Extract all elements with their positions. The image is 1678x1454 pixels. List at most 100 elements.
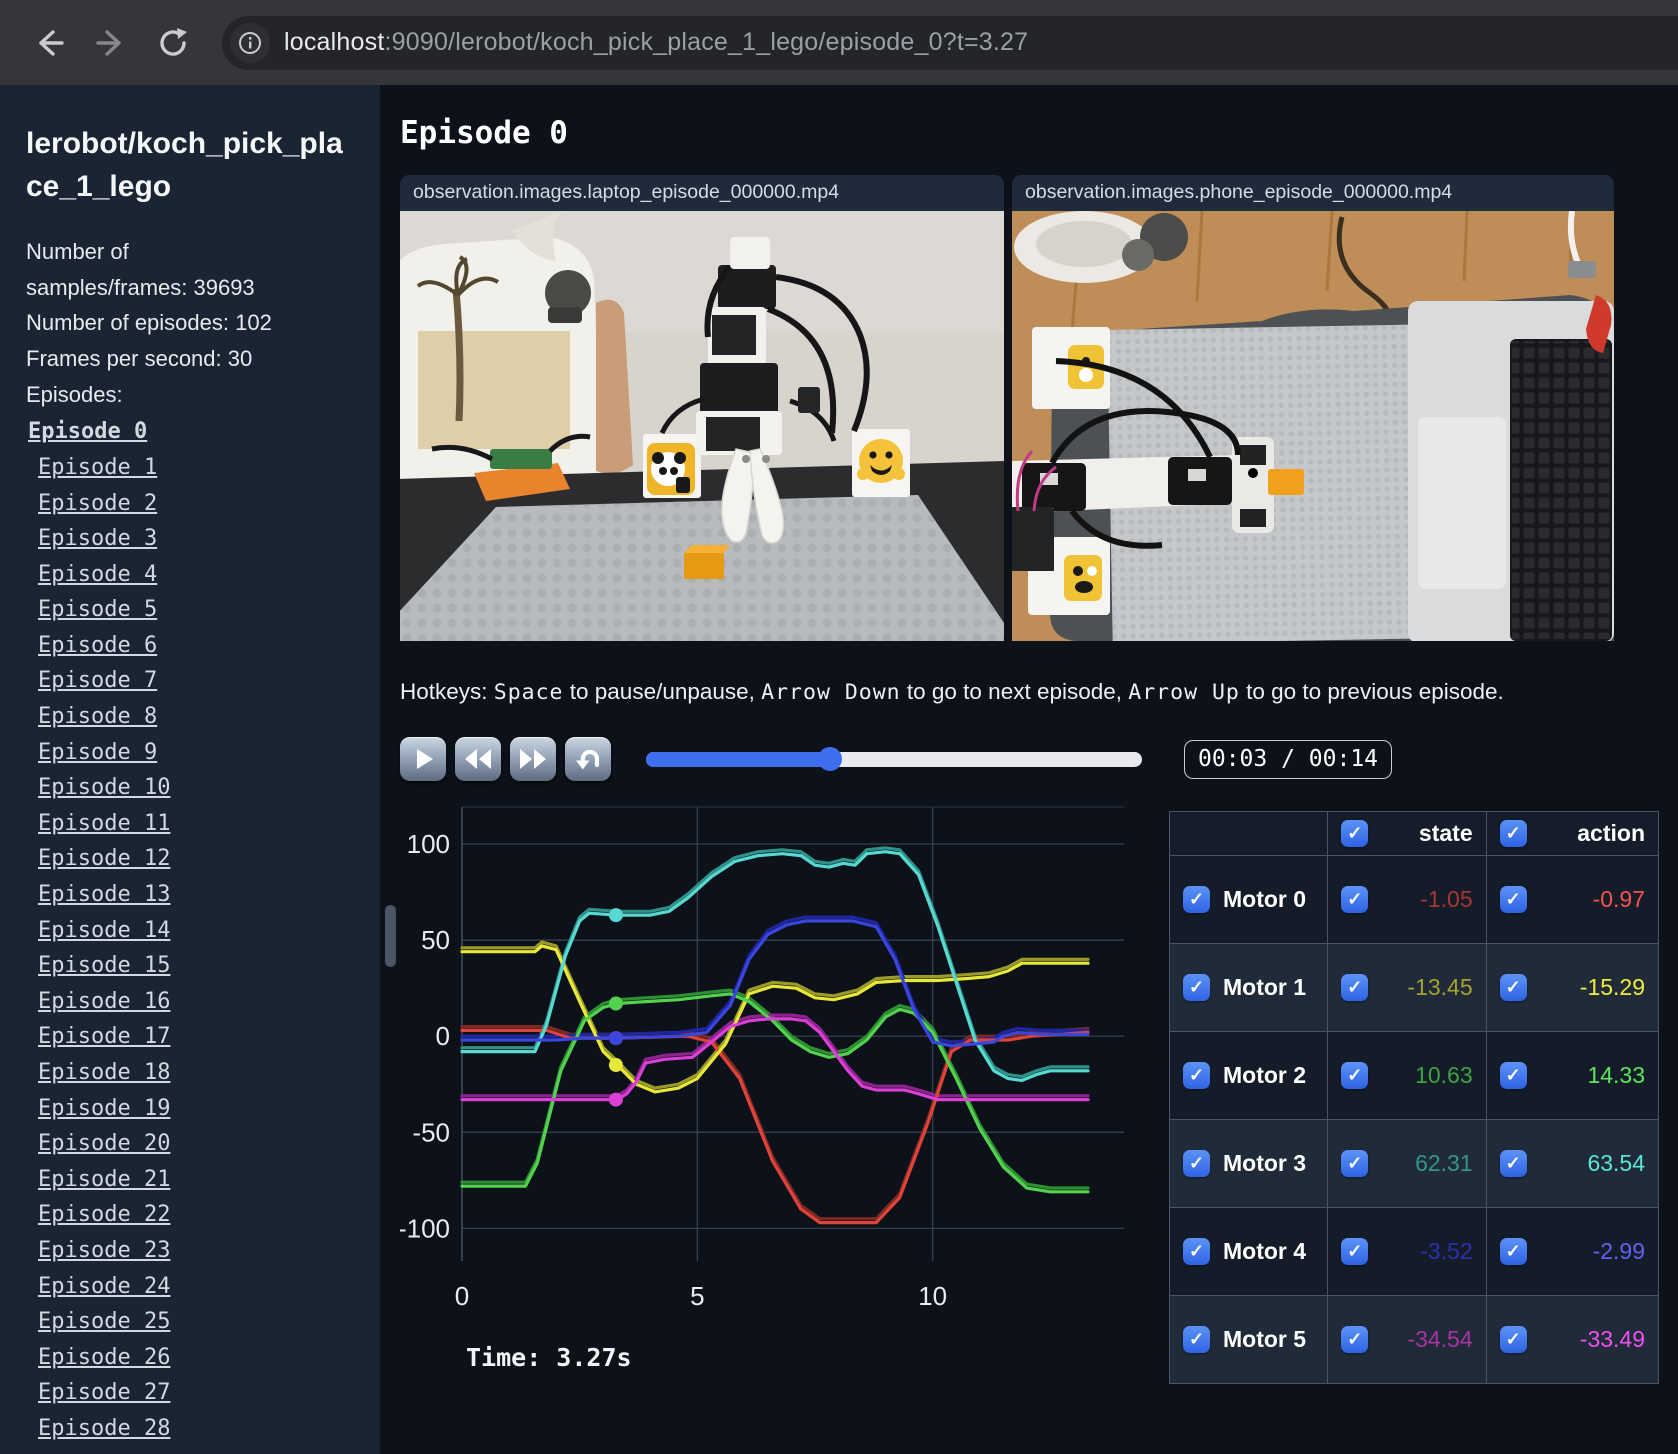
sidebar-episode-link[interactable]: Episode 26 xyxy=(38,1340,170,1376)
sidebar-episode-link[interactable]: Episode 17 xyxy=(38,1019,170,1055)
state-checkbox[interactable]: ✓ xyxy=(1341,1062,1369,1089)
sidebar-episode-link[interactable]: Episode 18 xyxy=(38,1055,170,1091)
sidebar-episode-link[interactable]: Episode 28 xyxy=(38,1411,170,1447)
sidebar-episode-link[interactable]: Episode 11 xyxy=(38,806,170,842)
sidebar-episode-link[interactable]: Episode 24 xyxy=(38,1269,170,1305)
sidebar-episode-link[interactable]: Episode 9 xyxy=(38,735,157,771)
svg-text:0: 0 xyxy=(455,1281,469,1311)
sidebar-episode-link[interactable]: Episode 3 xyxy=(38,521,157,557)
action-checkbox[interactable]: ✓ xyxy=(1499,1238,1527,1265)
motor-label: Motor 2 xyxy=(1223,1062,1307,1088)
motor-row: ✓ Motor 2 ✓ 10.63 ✓ 14.33 xyxy=(1168,1031,1660,1120)
motor-label: Motor 4 xyxy=(1223,1238,1307,1264)
loop-button[interactable] xyxy=(565,737,611,781)
sidebar-episode-link[interactable]: Episode 6 xyxy=(38,628,157,664)
sidebar-episode-link[interactable]: Episode 8 xyxy=(38,699,157,735)
sidebar-episode-link[interactable]: Episode 21 xyxy=(38,1162,170,1198)
hotkey-key: Arrow Up xyxy=(1128,680,1240,705)
motor-row: ✓ Motor 4 ✓ -3.52 ✓ -2.99 xyxy=(1168,1207,1660,1296)
sidebar-episode-link[interactable]: Episode 16 xyxy=(38,984,170,1020)
laptop-camera-video[interactable] xyxy=(400,211,1004,641)
motor-row-checkbox[interactable]: ✓ xyxy=(1183,886,1210,913)
scrollbar-thumb[interactable] xyxy=(385,905,396,967)
progress-thumb[interactable] xyxy=(817,747,842,771)
action-value: -33.49 xyxy=(1579,1326,1645,1352)
sidebar-episode-link[interactable]: Episode 27 xyxy=(38,1375,170,1411)
motor-row-checkbox[interactable]: ✓ xyxy=(1183,1326,1210,1353)
action-checkbox[interactable]: ✓ xyxy=(1499,1150,1527,1177)
sidebar-episode-link[interactable]: Episode 25 xyxy=(38,1304,170,1340)
video-card-laptop: observation.images.laptop_episode_000000… xyxy=(400,175,1004,641)
state-checkbox[interactable]: ✓ xyxy=(1341,974,1369,1001)
motor-row-checkbox[interactable]: ✓ xyxy=(1183,1150,1210,1177)
hotkeys-segment: to go to next episode, xyxy=(900,679,1129,704)
stat-episodes: Number of episodes: 102 xyxy=(26,310,272,336)
motor-row-checkbox[interactable]: ✓ xyxy=(1183,1238,1210,1265)
state-checkbox[interactable]: ✓ xyxy=(1341,1150,1369,1177)
motor-row-checkbox[interactable]: ✓ xyxy=(1183,1062,1210,1089)
phone-camera-video[interactable] xyxy=(1012,211,1614,641)
header-state: ✓ state xyxy=(1327,811,1487,856)
action-checkbox[interactable]: ✓ xyxy=(1499,886,1527,913)
dataset-stats: Number of samples/frames: 39693 Number o… xyxy=(26,234,282,412)
sidebar-episode-link[interactable]: Episode 15 xyxy=(38,948,170,984)
svg-text:100: 100 xyxy=(407,829,450,859)
action-value: -0.97 xyxy=(1592,886,1645,912)
state-value: -34.54 xyxy=(1407,1326,1473,1352)
state-checkbox[interactable]: ✓ xyxy=(1341,1238,1369,1265)
sidebar-episode-link[interactable]: Episode 2 xyxy=(38,486,157,522)
sidebar-episode-link[interactable]: Episode 14 xyxy=(38,913,170,949)
sidebar-episode-link[interactable]: Episode 0 xyxy=(28,414,147,450)
playback-controls: 00:03 / 00:14 xyxy=(400,737,1678,781)
motor-row: ✓ Motor 0 ✓ -1.05 ✓ -0.97 xyxy=(1168,855,1660,944)
sidebar-episode-link[interactable]: Episode 23 xyxy=(38,1233,170,1269)
action-column-checkbox[interactable]: ✓ xyxy=(1499,820,1527,847)
motor-chart-svg: 100 50 0 -50 -100 0 5 10 xyxy=(398,806,1124,1311)
sidebar-episode-link[interactable]: Episode 4 xyxy=(38,557,157,593)
stat-samples: Number of samples/frames: 39693 xyxy=(26,239,255,300)
motor-row-checkbox[interactable]: ✓ xyxy=(1183,974,1210,1001)
motor-row: ✓ Motor 3 ✓ 62.31 ✓ 63.54 xyxy=(1168,1119,1660,1208)
dataset-title: lerobot/koch_pick_place_1_lego xyxy=(26,127,343,203)
sidebar-episode-link[interactable]: Episode 10 xyxy=(38,770,170,806)
state-column-checkbox[interactable]: ✓ xyxy=(1341,820,1369,847)
state-checkbox[interactable]: ✓ xyxy=(1341,1326,1369,1353)
browser-reload-button[interactable] xyxy=(146,16,200,70)
header-action: ✓ action xyxy=(1485,811,1660,856)
sidebar-episode-link[interactable]: Episode 22 xyxy=(38,1197,170,1233)
sidebar-episode-link[interactable]: Episode 7 xyxy=(38,663,157,699)
state-checkbox[interactable]: ✓ xyxy=(1341,886,1369,913)
action-checkbox[interactable]: ✓ xyxy=(1499,1062,1527,1089)
sidebar-episode-link[interactable]: Episode 20 xyxy=(38,1126,170,1162)
state-value: 10.63 xyxy=(1415,1062,1473,1088)
browser-back-button[interactable] xyxy=(22,16,76,70)
sidebar-episode-link[interactable]: Episode 12 xyxy=(38,841,170,877)
rewind-button[interactable] xyxy=(455,737,501,781)
svg-text:-50: -50 xyxy=(412,1117,450,1147)
browser-forward-button[interactable] xyxy=(84,16,138,70)
orange-lego-brick-top xyxy=(1268,469,1304,495)
address-bar[interactable]: localhost:9090/lerobot/koch_pick_place_1… xyxy=(222,15,1678,70)
action-checkbox[interactable]: ✓ xyxy=(1499,974,1527,1001)
action-checkbox[interactable]: ✓ xyxy=(1499,1326,1527,1353)
sidebar-episode-link[interactable]: Episode 1 xyxy=(38,450,157,486)
action-value: -15.29 xyxy=(1579,974,1645,1000)
motor-label: Motor 5 xyxy=(1223,1326,1307,1352)
motor-chart: 100 50 0 -50 -100 0 5 10 Time: 3.27s xyxy=(398,801,1155,1384)
action-value: -2.99 xyxy=(1592,1238,1645,1264)
sidebar-episode-link[interactable]: Episode 19 xyxy=(38,1091,170,1127)
sidebar-episode-link[interactable]: Episode 13 xyxy=(38,877,170,913)
seek-slider[interactable] xyxy=(646,747,1142,771)
hotkeys-segment: Hotkeys: xyxy=(400,679,494,704)
state-value: -13.45 xyxy=(1407,974,1473,1000)
sidebar: lerobot/koch_pick_place_1_lego Number of… xyxy=(0,85,380,1454)
video-title-laptop: observation.images.laptop_episode_000000… xyxy=(400,175,1004,211)
episode-list: Episode 0 Episode 1 Episode 2 Episode 3 Epis… xyxy=(26,414,380,1446)
sidebar-episode-link[interactable]: Episode 5 xyxy=(38,592,157,628)
play-button[interactable] xyxy=(400,737,446,781)
svg-text:0: 0 xyxy=(436,1021,450,1051)
site-info-icon[interactable] xyxy=(230,22,270,63)
fast-forward-button[interactable] xyxy=(510,737,556,781)
hotkey-key: Space xyxy=(493,680,564,705)
action-value: 14.33 xyxy=(1587,1062,1645,1088)
